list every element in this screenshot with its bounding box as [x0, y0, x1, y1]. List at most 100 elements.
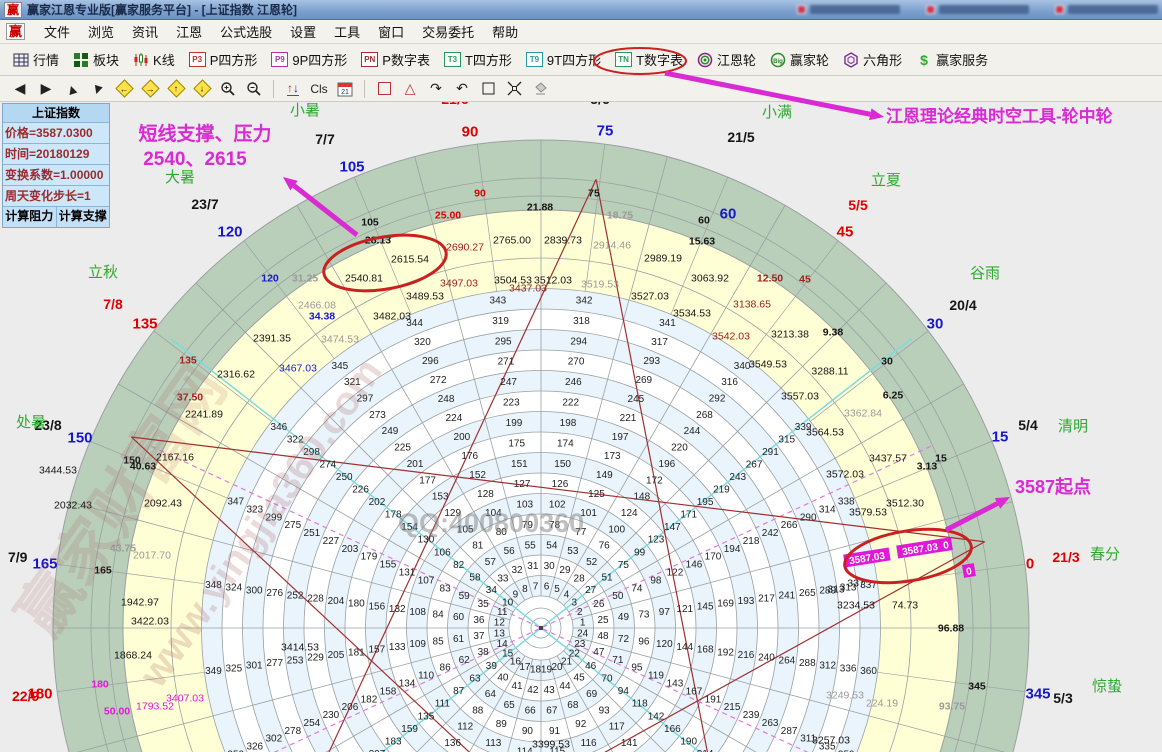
pointer-down-icon[interactable]: ▼	[86, 78, 110, 100]
toolbar-item-六角形[interactable]: 六角形	[836, 48, 909, 71]
panel-button-计算支撑[interactable]: 计算支撑	[57, 207, 110, 227]
blurred-tab	[797, 5, 900, 14]
toolbar-item-K线[interactable]: K线	[126, 48, 182, 71]
toolbar-item-江恩轮[interactable]: 江恩轮	[690, 48, 763, 71]
wheel-label: 22/9	[12, 688, 39, 704]
menu-item-设置[interactable]: 设置	[281, 20, 325, 43]
wheel-label: 75	[597, 122, 614, 139]
wheel-number: 202	[369, 497, 386, 508]
wheel-number: 59	[459, 591, 471, 602]
wheel-number: 128	[477, 489, 494, 500]
menu-item-资讯[interactable]: 资讯	[123, 20, 167, 43]
wheel-label: 34.38	[309, 311, 335, 323]
wheel-number: 326	[246, 742, 263, 752]
cls-button[interactable]: Cls	[307, 78, 331, 100]
pointer-up-icon[interactable]: ▲	[60, 78, 84, 100]
wheel-label: 337	[847, 578, 865, 590]
solar-term-label: 清明	[1058, 418, 1088, 435]
wheel-number: 201	[407, 459, 424, 470]
menu-item-工具[interactable]: 工具	[325, 20, 369, 43]
wheel-number: 153	[432, 492, 449, 503]
toolbar-separator	[273, 80, 274, 98]
square-tool-icon[interactable]	[372, 78, 396, 100]
wheel-number: 34	[486, 585, 498, 596]
toolbar-item-9P四方形[interactable]: P99P四方形	[264, 48, 354, 71]
toolbar-item-行情[interactable]: 行情	[6, 48, 66, 71]
wheel-number: 24	[577, 628, 589, 639]
shrink-icon[interactable]	[502, 78, 526, 100]
wheel-number: 91	[549, 726, 561, 737]
wheel-number: 89	[496, 719, 508, 730]
wheel-number: 45	[574, 673, 586, 684]
wheel-number: 195	[697, 497, 714, 508]
nav-right-icon[interactable]: ▶	[34, 78, 58, 100]
wheel-number: 264	[779, 655, 796, 666]
wheel-label: 3.13	[917, 461, 938, 473]
updown-icon[interactable]: ↑↓	[281, 78, 305, 100]
wheel-number: 106	[434, 547, 451, 558]
wheel-number: 56	[504, 546, 516, 557]
toolbar-item-9T四方形[interactable]: T99T四方形	[519, 48, 608, 71]
menu-item-窗口[interactable]: 窗口	[369, 20, 413, 43]
wheel-number: 318	[573, 316, 590, 327]
toolbar-item-T数字表[interactable]: TNT数字表	[608, 48, 690, 71]
toolbar-item-P四方形[interactable]: P3P四方形	[182, 48, 265, 71]
menu-item-交易委托[interactable]: 交易委托	[413, 20, 483, 43]
rotate-cw-icon[interactable]: ↶	[450, 78, 474, 100]
wheel-number: 39	[486, 661, 498, 672]
wheel-number: 136	[444, 738, 461, 749]
wheel-number: 174	[557, 438, 574, 449]
wheel-number: 205	[328, 650, 345, 661]
wheel-label: 3579.53	[849, 507, 887, 519]
wheel-number: 342	[576, 295, 593, 306]
diamond-up-icon[interactable]: ↑	[164, 78, 188, 100]
wheel-number: 93	[599, 705, 611, 716]
menu-item-公式选股[interactable]: 公式选股	[211, 20, 281, 43]
wheel-number: 220	[671, 443, 688, 454]
gann-wheel-chart[interactable]: 1234567891011121314151617181920212223242…	[0, 0, 1162, 752]
diamond-down-icon[interactable]: ↓	[190, 78, 214, 100]
wheel-number: 2	[577, 607, 583, 618]
menu-item-浏览[interactable]: 浏览	[79, 20, 123, 43]
wheel-number: 221	[620, 413, 637, 424]
expand-icon[interactable]	[476, 78, 500, 100]
diamond-right-icon[interactable]: →	[138, 78, 162, 100]
menu-item-帮助[interactable]: 帮助	[483, 20, 527, 43]
wheel-number: 73	[638, 609, 650, 620]
wheel-number: 167	[686, 686, 703, 697]
wheel-number: 266	[781, 520, 798, 531]
toolbar-item-label: 9T四方形	[547, 50, 601, 69]
diamond-left-icon[interactable]: ←	[112, 78, 136, 100]
toolbar-item-板块[interactable]: 板块	[66, 48, 126, 71]
clear-icon[interactable]	[528, 78, 552, 100]
rotate-ccw-icon[interactable]: ↷	[424, 78, 448, 100]
wheel-number: 142	[648, 711, 665, 722]
wheel-label: 3234.53	[837, 600, 875, 612]
wheel-number: 64	[485, 689, 497, 700]
nav-left-icon[interactable]: ◀	[8, 78, 32, 100]
wheel-number: 196	[659, 459, 676, 470]
toolbar-item-赢家轮[interactable]: Big赢家轮	[763, 48, 836, 71]
wheel-number: 315	[778, 434, 795, 445]
toolbar-item-T四方形[interactable]: T3T四方形	[437, 48, 519, 71]
panel-title: 上证指数	[3, 104, 109, 123]
triangle-tool-icon[interactable]: △	[398, 78, 422, 100]
menu-item-江恩[interactable]: 江恩	[167, 20, 211, 43]
solar-term-label: 立秋	[88, 264, 118, 281]
wheel-number: 230	[323, 710, 340, 721]
calendar-icon[interactable]: 21	[333, 78, 357, 100]
toolbar-item-label: P四方形	[210, 50, 258, 69]
panel-button-计算阻力[interactable]: 计算阻力	[3, 207, 57, 227]
zoom-out-icon[interactable]	[242, 78, 266, 100]
wheel-number: 67	[546, 705, 558, 716]
menu-item-文件[interactable]: 文件	[35, 20, 79, 43]
toolbar-item-赢家服务[interactable]: $赢家服务	[909, 48, 995, 71]
panel-row: 时间=20180129	[3, 144, 109, 165]
wheel-number: 181	[348, 647, 365, 658]
wheel-number: 197	[612, 432, 629, 443]
wheel-number: 120	[656, 639, 673, 650]
wheel-number: 182	[361, 694, 378, 705]
toolbar-item-P数字表[interactable]: PNP数字表	[354, 48, 437, 71]
zoom-in-icon[interactable]	[216, 78, 240, 100]
wheel-number: 90	[522, 726, 534, 737]
